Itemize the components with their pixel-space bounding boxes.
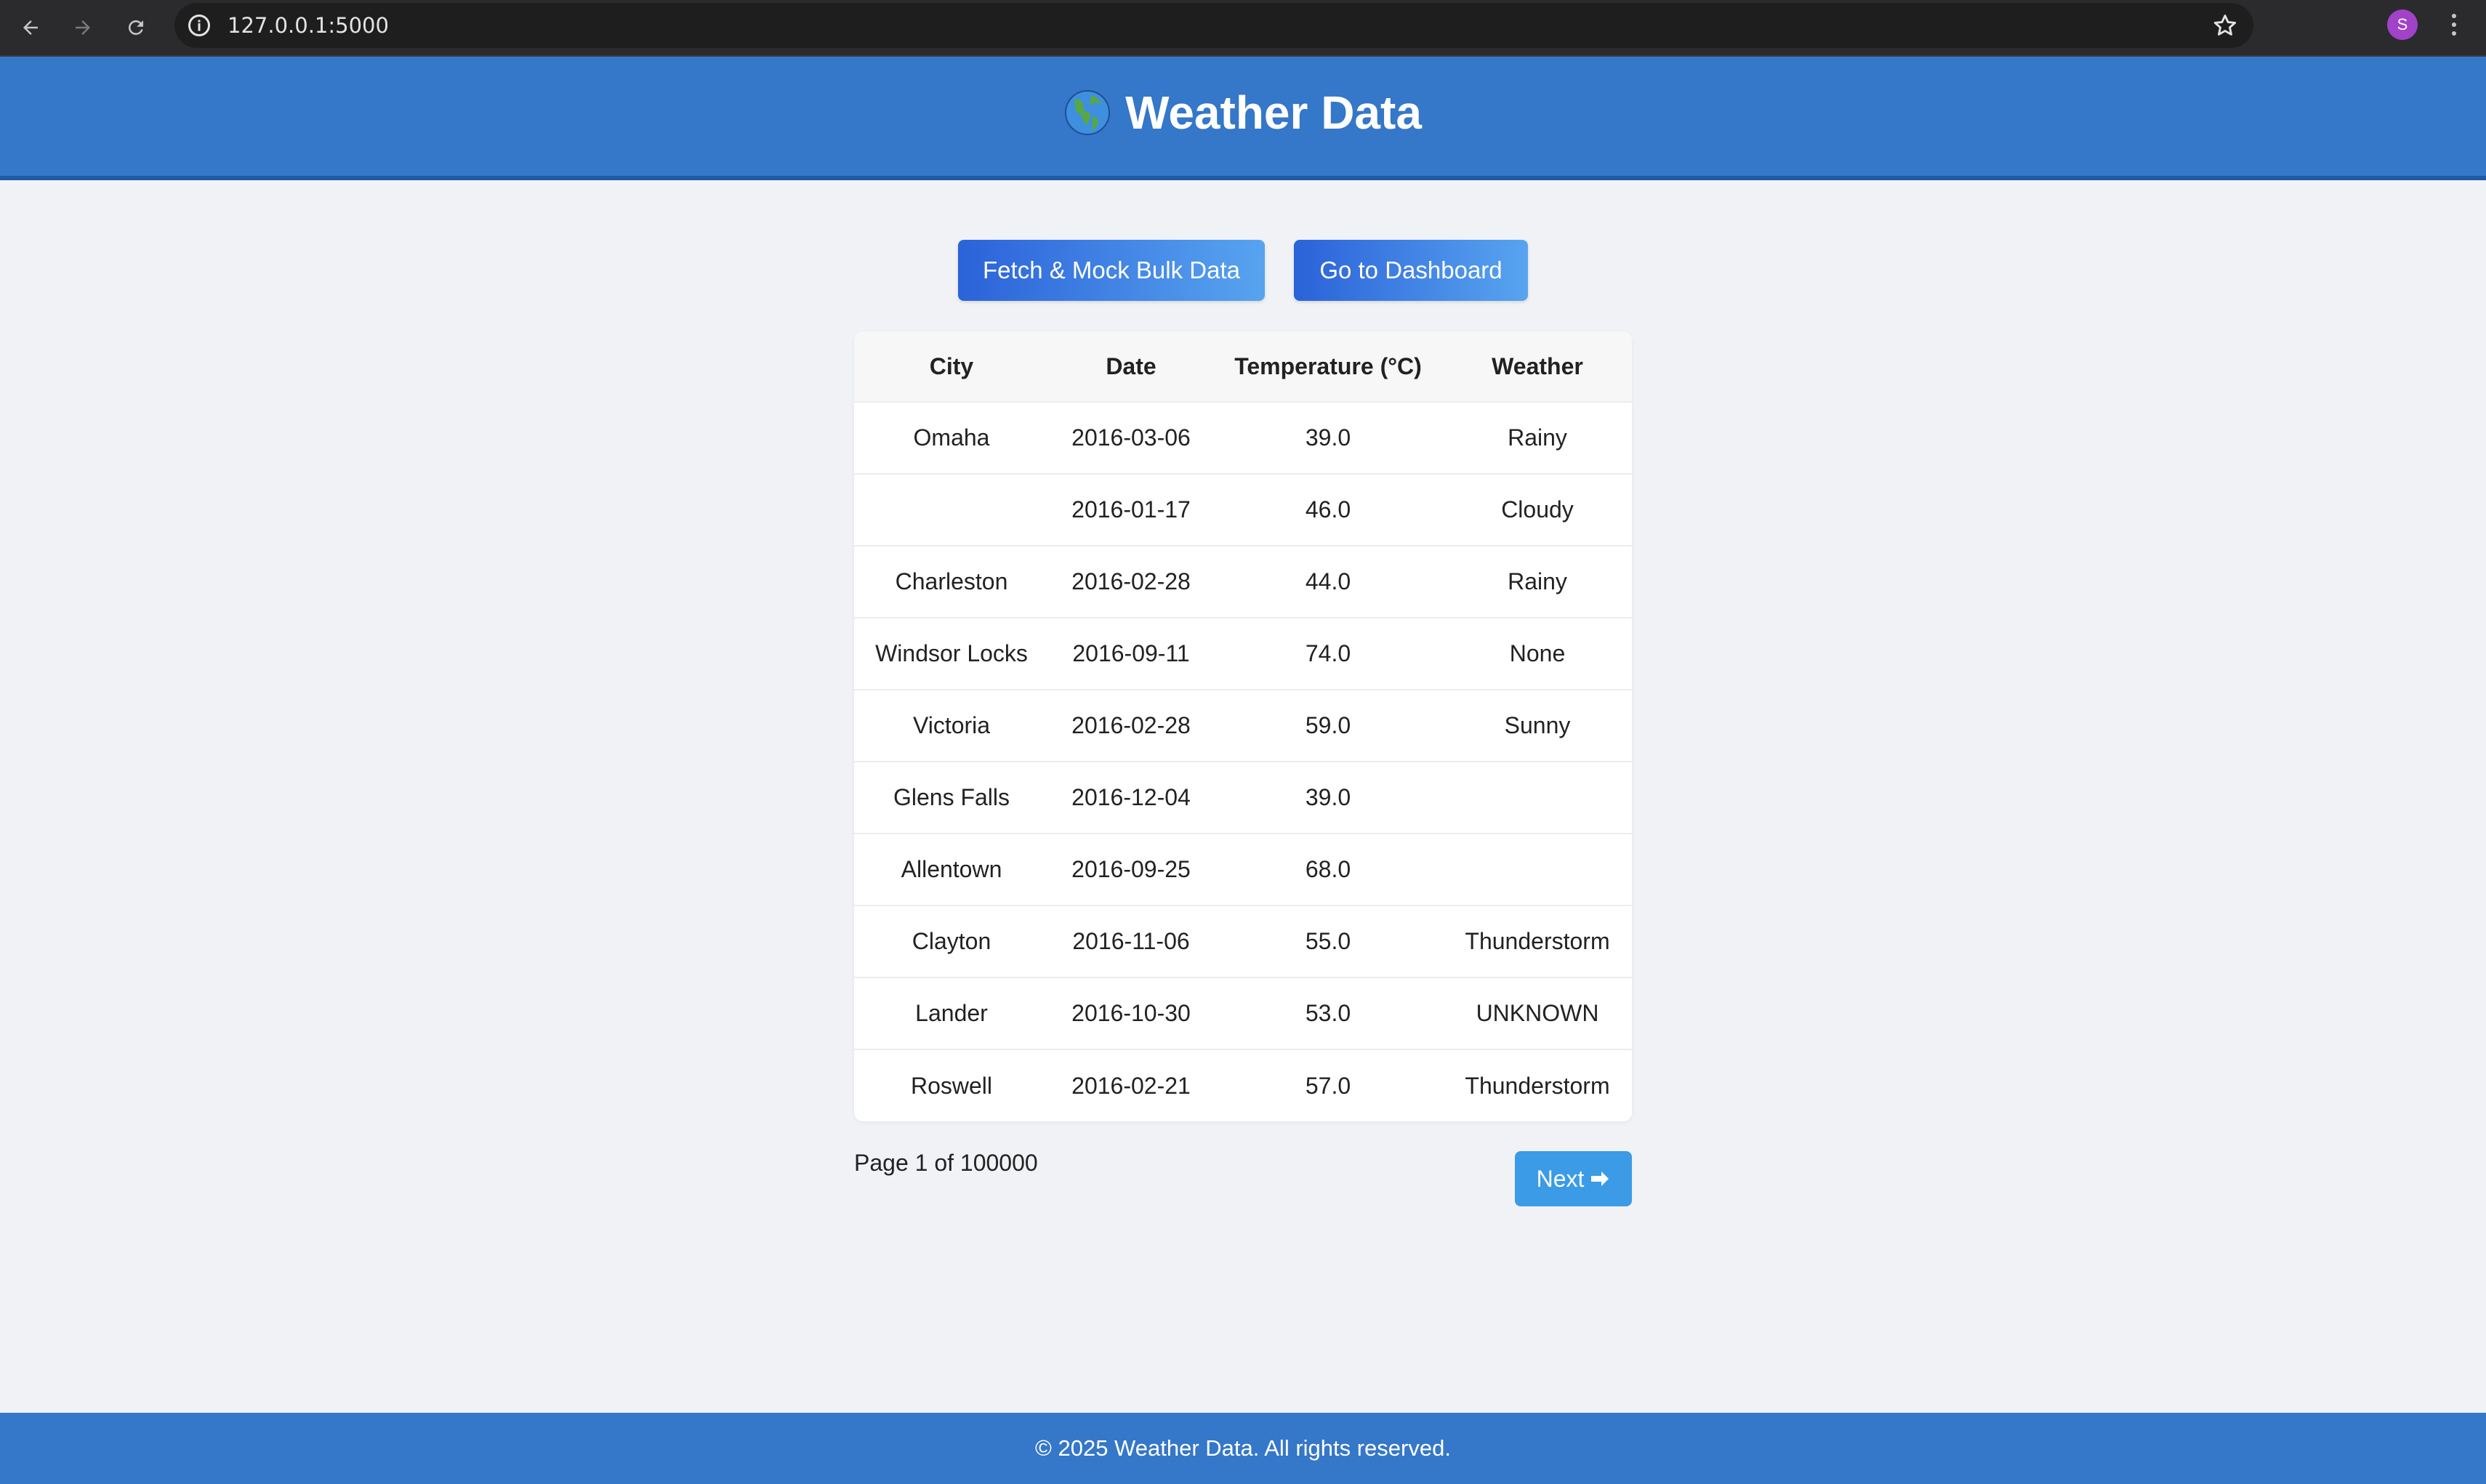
cell-weather: Thunderstorm	[1465, 928, 1610, 954]
table-row: Clayton 2016-11-06 55.0 Thunderstorm	[854, 906, 1632, 977]
cell-city: Roswell	[910, 1072, 993, 1099]
browser-toolbar: 127.0.0.1:5000 S	[0, 0, 2486, 57]
cell-date: 2016-01-17	[1071, 496, 1191, 523]
globe-americas-icon	[1065, 90, 1111, 135]
app-title-text: Weather Data	[1125, 86, 1422, 139]
cell-city: Lander	[915, 1000, 988, 1026]
cell-weather: Sunny	[1504, 712, 1571, 738]
cell-weather: Rainy	[1508, 568, 1567, 594]
cell-temperature: 57.0	[1305, 1072, 1351, 1099]
forward-button[interactable]	[61, 6, 105, 49]
page-title: Weather Data	[1064, 86, 1422, 140]
cell-city: Windsor Locks	[875, 640, 1028, 666]
cell-weather	[1443, 834, 1632, 906]
cell-city: Allentown	[901, 856, 1002, 882]
table-row: Omaha 2016-03-06 39.0 Rainy	[854, 402, 1632, 474]
right-arrow-icon	[1591, 1172, 1609, 1186]
app-header: Weather Data	[0, 57, 2486, 180]
cell-weather: Thunderstorm	[1465, 1072, 1610, 1099]
cell-weather: None	[1509, 640, 1566, 666]
cell-date: 2016-02-21	[1071, 1072, 1191, 1099]
cell-date: 2016-12-04	[1071, 784, 1191, 810]
cell-date: 2016-09-25	[1071, 856, 1191, 882]
cell-weather: Rainy	[1508, 424, 1567, 451]
column-header-city: City	[929, 352, 974, 379]
reload-icon	[128, 20, 143, 35]
cell-temperature: 59.0	[1305, 712, 1351, 738]
cell-city: Charleston	[895, 568, 1008, 594]
cell-date: 2016-02-28	[1071, 568, 1191, 594]
table-row: Victoria 2016-02-28 59.0 Sunny	[854, 690, 1632, 762]
go-to-dashboard-button[interactable]: Go to Dashboard	[1294, 240, 1528, 301]
page-footer: © 2025 Weather Data. All rights reserved…	[0, 1413, 2486, 1484]
table-row: Lander 2016-10-30 53.0 UNKNOWN	[854, 977, 1632, 1049]
weather-table-card: City Date Temperature (°C) Weather Omaha…	[854, 331, 1632, 1121]
cell-date: 2016-09-11	[1072, 640, 1190, 666]
column-header-temperature: Temperature (°C)	[1234, 352, 1422, 379]
cell-city: Victoria	[912, 712, 991, 738]
back-arrow-icon	[23, 20, 38, 35]
cell-city: Omaha	[913, 424, 990, 451]
table-row: Allentown 2016-09-25 68.0	[854, 834, 1632, 906]
address-bar[interactable]: 127.0.0.1:5000	[174, 3, 2253, 48]
table-header-row: City Date Temperature (°C) Weather	[854, 331, 1632, 402]
cell-date: 2016-02-28	[1071, 712, 1191, 738]
pagination-info: Page 1 of 100000	[854, 1150, 1038, 1176]
back-button[interactable]	[9, 6, 52, 49]
cell-temperature: 39.0	[1305, 424, 1351, 451]
more-menu-icon[interactable]	[2439, 8, 2469, 41]
cell-weather: UNKNOWN	[1476, 1000, 1599, 1026]
cell-temperature: 39.0	[1305, 784, 1351, 810]
cell-weather: Cloudy	[1501, 496, 1574, 523]
cell-city: Clayton	[912, 928, 991, 954]
url-text[interactable]: 127.0.0.1:5000	[228, 3, 389, 48]
site-info-icon[interactable]	[186, 12, 212, 39]
cell-temperature: 44.0	[1305, 568, 1351, 594]
bookmark-star-icon[interactable]	[2211, 12, 2239, 39]
cell-temperature: 46.0	[1305, 496, 1351, 523]
next-button-label: Next	[1536, 1165, 1585, 1192]
cell-date: 2016-10-30	[1071, 1000, 1191, 1026]
table-row: Charleston 2016-02-28 44.0 Rainy	[854, 546, 1632, 618]
fetch-mock-bulk-data-button[interactable]: Fetch & Mock Bulk Data	[958, 240, 1265, 301]
column-header-weather: Weather	[1492, 352, 1583, 379]
table-row: Windsor Locks 2016-09-11 74.0 None	[854, 618, 1632, 690]
action-bar: Fetch & Mock Bulk Data Go to Dashboard	[0, 240, 2486, 301]
cell-weather	[1443, 762, 1632, 834]
copyright-text: © 2025 Weather Data. All rights reserved…	[1035, 1435, 1451, 1461]
cell-temperature: 74.0	[1305, 640, 1351, 666]
cell-temperature: 55.0	[1305, 928, 1351, 954]
cell-city	[854, 474, 1049, 546]
table-row: 2016-01-17 46.0 Cloudy	[854, 474, 1632, 546]
profile-avatar[interactable]: S	[2387, 9, 2418, 40]
table-row: Roswell 2016-02-21 57.0 Thunderstorm	[854, 1049, 1632, 1121]
cell-temperature: 68.0	[1305, 856, 1351, 882]
next-page-button[interactable]: Next	[1515, 1151, 1632, 1206]
cell-date: 2016-03-06	[1071, 424, 1191, 451]
weather-table: City Date Temperature (°C) Weather Omaha…	[854, 331, 1632, 1121]
cell-date: 2016-11-06	[1072, 928, 1190, 954]
cell-city: Glens Falls	[893, 784, 1010, 810]
column-header-date: Date	[1106, 352, 1156, 379]
table-row: Glens Falls 2016-12-04 39.0	[854, 762, 1632, 834]
reload-button[interactable]	[114, 6, 158, 49]
cell-temperature: 53.0	[1305, 1000, 1351, 1026]
forward-arrow-icon	[76, 20, 90, 35]
